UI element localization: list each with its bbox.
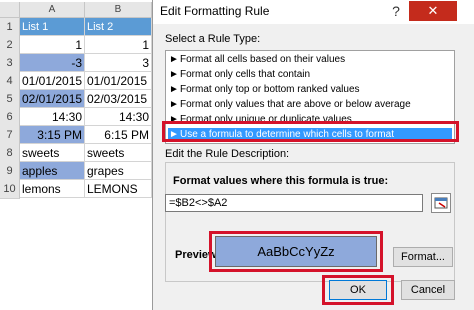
column-header-a[interactable]: A	[20, 2, 85, 18]
rule-type-item[interactable]: ►Format only top or bottom ranked values	[168, 83, 452, 97]
bullet-arrow-icon: ►	[169, 129, 179, 140]
formula-input[interactable]: =$B2<>$A2	[165, 194, 423, 212]
cell-b9[interactable]: grapes	[85, 162, 152, 180]
cell-b7[interactable]: 6:15 PM	[85, 126, 152, 144]
cell-a4[interactable]: 01/01/2015	[20, 72, 85, 90]
cell-b4[interactable]: 01/01/2015	[85, 72, 152, 90]
preview-swatch: AaBbCcYyZz	[215, 236, 377, 267]
bullet-arrow-icon: ►	[169, 69, 179, 80]
row-header-2[interactable]: 2	[0, 36, 20, 55]
cell-b2[interactable]: 1	[85, 36, 152, 54]
row-header-7[interactable]: 7	[0, 126, 20, 145]
row-header-10[interactable]: 10	[0, 180, 20, 199]
rule-type-item[interactable]: ►Format only values that are above or be…	[168, 98, 452, 112]
bullet-arrow-icon: ►	[169, 84, 179, 95]
edit-description-label: Edit the Rule Description:	[165, 148, 290, 160]
rule-type-label: Format only cells that contain	[180, 69, 311, 80]
rule-type-item[interactable]: ►Format only cells that contain	[168, 68, 452, 82]
cell-b8[interactable]: sweets	[85, 144, 152, 162]
row-header-8[interactable]: 8	[0, 144, 20, 163]
cell-a1[interactable]: List 1	[20, 18, 85, 36]
range-select-icon	[434, 197, 448, 209]
spreadsheet: A B 1 List 1 List 2 2 1 1 3 -3 3 4 01/01/2015 01/01…	[0, 0, 152, 310]
help-button[interactable]: ?	[384, 1, 408, 21]
edit-formatting-rule-dialog: Edit Formatting Rule ? ✕ Select a Rule T…	[152, 0, 474, 310]
row-header-1[interactable]: 1	[0, 18, 20, 37]
format-button[interactable]: Format...	[393, 247, 453, 267]
dialog-titlebar[interactable]: Edit Formatting Rule ? ✕	[153, 0, 474, 24]
select-rule-type-label: Select a Rule Type:	[165, 33, 261, 45]
rule-type-item[interactable]: ►Format all cells based on their values	[168, 53, 452, 67]
cell-b1[interactable]: List 2	[85, 18, 152, 36]
column-header-b[interactable]: B	[85, 2, 152, 18]
row-header-3[interactable]: 3	[0, 54, 20, 73]
dialog-title: Edit Formatting Rule	[160, 4, 270, 18]
rule-type-item[interactable]: ►Format only unique or duplicate values	[168, 113, 452, 127]
collapse-dialog-button[interactable]	[431, 193, 451, 213]
row-header-4[interactable]: 4	[0, 72, 20, 91]
formula-label: Format values where this formula is true…	[173, 175, 389, 187]
rule-type-list[interactable]: ►Format all cells based on their values ►…	[165, 50, 455, 144]
row-header-9[interactable]: 9	[0, 162, 20, 181]
bullet-arrow-icon: ►	[169, 54, 179, 65]
cell-a3[interactable]: -3	[20, 54, 85, 72]
preview-label: Preview:	[175, 249, 221, 261]
cell-a10[interactable]: lemons	[20, 180, 85, 198]
select-all-corner[interactable]	[0, 2, 20, 18]
cell-a7[interactable]: 3:15 PM	[20, 126, 85, 144]
bullet-arrow-icon: ►	[169, 99, 179, 110]
row-header-5[interactable]: 5	[0, 90, 20, 109]
cell-b10[interactable]: LEMONS	[85, 180, 152, 198]
cell-b3[interactable]: 3	[85, 54, 152, 72]
rule-type-item[interactable]: ►Use a formula to determine which cells …	[168, 128, 452, 142]
ok-button[interactable]: OK	[329, 280, 387, 300]
rule-type-label: Use a formula to determine which cells t…	[180, 129, 394, 140]
cell-a2[interactable]: 1	[20, 36, 85, 54]
cell-a9[interactable]: apples	[20, 162, 85, 180]
cell-a6[interactable]: 14:30	[20, 108, 85, 126]
cell-a5[interactable]: 02/01/2015	[20, 90, 85, 108]
rule-type-label: Format only values that are above or bel…	[180, 99, 411, 110]
rule-type-label: Format only top or bottom ranked values	[180, 84, 360, 95]
rule-type-label: Format all cells based on their values	[180, 54, 346, 65]
cell-b5[interactable]: 02/03/2015	[85, 90, 152, 108]
bullet-arrow-icon: ►	[169, 114, 179, 125]
close-button[interactable]: ✕	[409, 1, 457, 21]
row-header-6[interactable]: 6	[0, 108, 20, 127]
cell-b6[interactable]: 14:30	[85, 108, 152, 126]
cancel-button[interactable]: Cancel	[401, 280, 455, 300]
rule-type-label: Format only unique or duplicate values	[180, 114, 352, 125]
cell-a8[interactable]: sweets	[20, 144, 85, 162]
